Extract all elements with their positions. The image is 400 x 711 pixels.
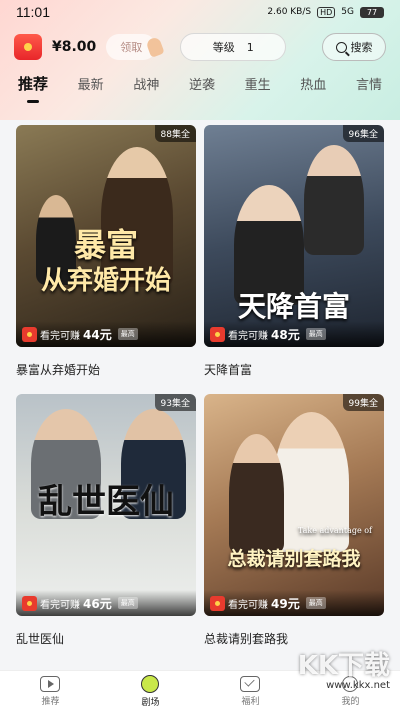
- earn-prefix: 看完可赚: [40, 330, 80, 342]
- theater-icon: [141, 674, 160, 693]
- earn-amount: 48元: [271, 327, 300, 342]
- episode-count-badge: 88集全: [154, 125, 196, 142]
- red-packet-icon: [22, 326, 37, 342]
- drama-title[interactable]: 乱世医仙: [16, 630, 196, 647]
- play-icon: [40, 675, 61, 692]
- tab-recommend[interactable]: 推荐: [18, 73, 48, 103]
- episode-count-badge: 96集全: [342, 125, 384, 142]
- site-watermark: KK下载 www.kkx.net: [298, 645, 390, 691]
- nav-label: 推荐: [41, 696, 60, 707]
- category-tabs: 推荐 最新 战神 逆袭 重生 热血 言情: [0, 68, 400, 103]
- cover-title-art: 天降首富: [237, 290, 350, 323]
- watermark-brand: KK下载: [297, 651, 390, 681]
- drama-cover[interactable]: 乱世医仙 93集全 看完可赚 46元 最高: [16, 394, 196, 616]
- tab-action[interactable]: 热血: [300, 74, 326, 93]
- nav-label: 我的: [341, 696, 360, 707]
- tab-latest[interactable]: 最新: [78, 74, 104, 93]
- tab-romance[interactable]: 言情: [356, 74, 382, 93]
- claim-label: 领取: [120, 41, 143, 54]
- tab-comeback[interactable]: 逆袭: [189, 74, 215, 93]
- earn-bar: 看完可赚 48元 最高: [204, 321, 384, 347]
- cover-figure: [304, 145, 364, 255]
- max-tag: 最高: [117, 597, 138, 609]
- nav-welfare[interactable]: 福利: [240, 675, 261, 707]
- episode-count-badge: 99集全: [342, 394, 384, 411]
- battery-icon: 77: [360, 6, 384, 18]
- tab-rebirth[interactable]: 重生: [245, 74, 271, 93]
- header-row: ¥8.00 领取 等级 1 搜索: [0, 30, 400, 64]
- earn-bar: 看完可赚 44元 最高: [16, 321, 196, 347]
- drama-card[interactable]: 暴富 从弃婚开始 88集全 看完可赚 44元 最高 暴富从弃婚开始: [16, 125, 196, 378]
- earn-amount: 46元: [83, 596, 112, 611]
- drama-card[interactable]: 乱世医仙 93集全 看完可赚 46元 最高 乱世医仙: [16, 394, 196, 647]
- wallet-balance: ¥8.00: [52, 39, 97, 55]
- status-icons: 2.60 KB/S HD 5G 77: [267, 6, 384, 18]
- earn-amount: 49元: [271, 596, 300, 611]
- earn-amount: 44元: [83, 327, 112, 342]
- drama-cover[interactable]: 天降首富 96集全 看完可赚 48元 最高: [204, 125, 384, 347]
- level-button[interactable]: 等级 1: [180, 33, 287, 61]
- search-icon: [335, 41, 347, 53]
- drama-grid: 暴富 从弃婚开始 88集全 看完可赚 44元 最高 暴富从弃婚开始 天降首富 9…: [16, 125, 384, 647]
- earn-prefix: 看完可赚: [228, 599, 268, 611]
- status-time: 11:01: [16, 4, 50, 20]
- drama-title[interactable]: 暴富从弃婚开始: [16, 361, 196, 378]
- cover-title-art: 乱世医仙: [38, 482, 174, 522]
- earn-bar: 看完可赚 46元 最高: [16, 590, 196, 616]
- level-value: 1: [246, 40, 254, 54]
- network-speed: 2.60 KB/S: [267, 7, 312, 17]
- cover-title-art: 总裁请别套路我: [227, 548, 361, 570]
- drama-cover[interactable]: Take advantage of 总裁请别套路我 99集全 看完可赚 49元 …: [204, 394, 384, 616]
- cover-subtitle-art: Take advantage of: [297, 526, 372, 535]
- hd-badge: HD: [317, 6, 336, 18]
- cover-figure: [229, 434, 284, 554]
- max-tag: 最高: [305, 328, 326, 340]
- cell-signal: 5G: [341, 7, 354, 17]
- search-button[interactable]: 搜索: [322, 33, 386, 61]
- nav-theater[interactable]: 剧场: [141, 674, 160, 708]
- earn-bar: 看完可赚 49元 最高: [204, 590, 384, 616]
- nav-recommend[interactable]: 推荐: [40, 675, 61, 707]
- claim-button[interactable]: 领取: [106, 34, 165, 60]
- red-packet-icon[interactable]: [14, 34, 42, 60]
- nav-label: 福利: [241, 696, 260, 707]
- cover-title-art-2: 从弃婚开始: [40, 266, 171, 296]
- level-label: 等级: [212, 41, 235, 54]
- drama-title[interactable]: 天降首富: [204, 361, 384, 378]
- max-tag: 最高: [305, 597, 326, 609]
- red-packet-icon: [210, 326, 225, 342]
- pointing-hand-icon: [145, 36, 165, 58]
- earn-prefix: 看完可赚: [228, 330, 268, 342]
- max-tag: 最高: [117, 328, 138, 340]
- earn-prefix: 看完可赚: [40, 599, 80, 611]
- drama-cover[interactable]: 暴富 从弃婚开始 88集全 看完可赚 44元 最高: [16, 125, 196, 347]
- red-packet-icon: [210, 595, 225, 611]
- episode-count-badge: 93集全: [154, 394, 196, 411]
- red-packet-icon: [22, 595, 37, 611]
- tab-war-god[interactable]: 战神: [133, 74, 159, 93]
- mail-icon: [240, 675, 261, 692]
- status-bar: 11:01 2.60 KB/S HD 5G 77: [0, 0, 400, 24]
- nav-label: 剧场: [141, 697, 160, 708]
- drama-card[interactable]: Take advantage of 总裁请别套路我 99集全 看完可赚 49元 …: [204, 394, 384, 647]
- search-label: 搜索: [350, 41, 373, 54]
- drama-card[interactable]: 天降首富 96集全 看完可赚 48元 最高 天降首富: [204, 125, 384, 378]
